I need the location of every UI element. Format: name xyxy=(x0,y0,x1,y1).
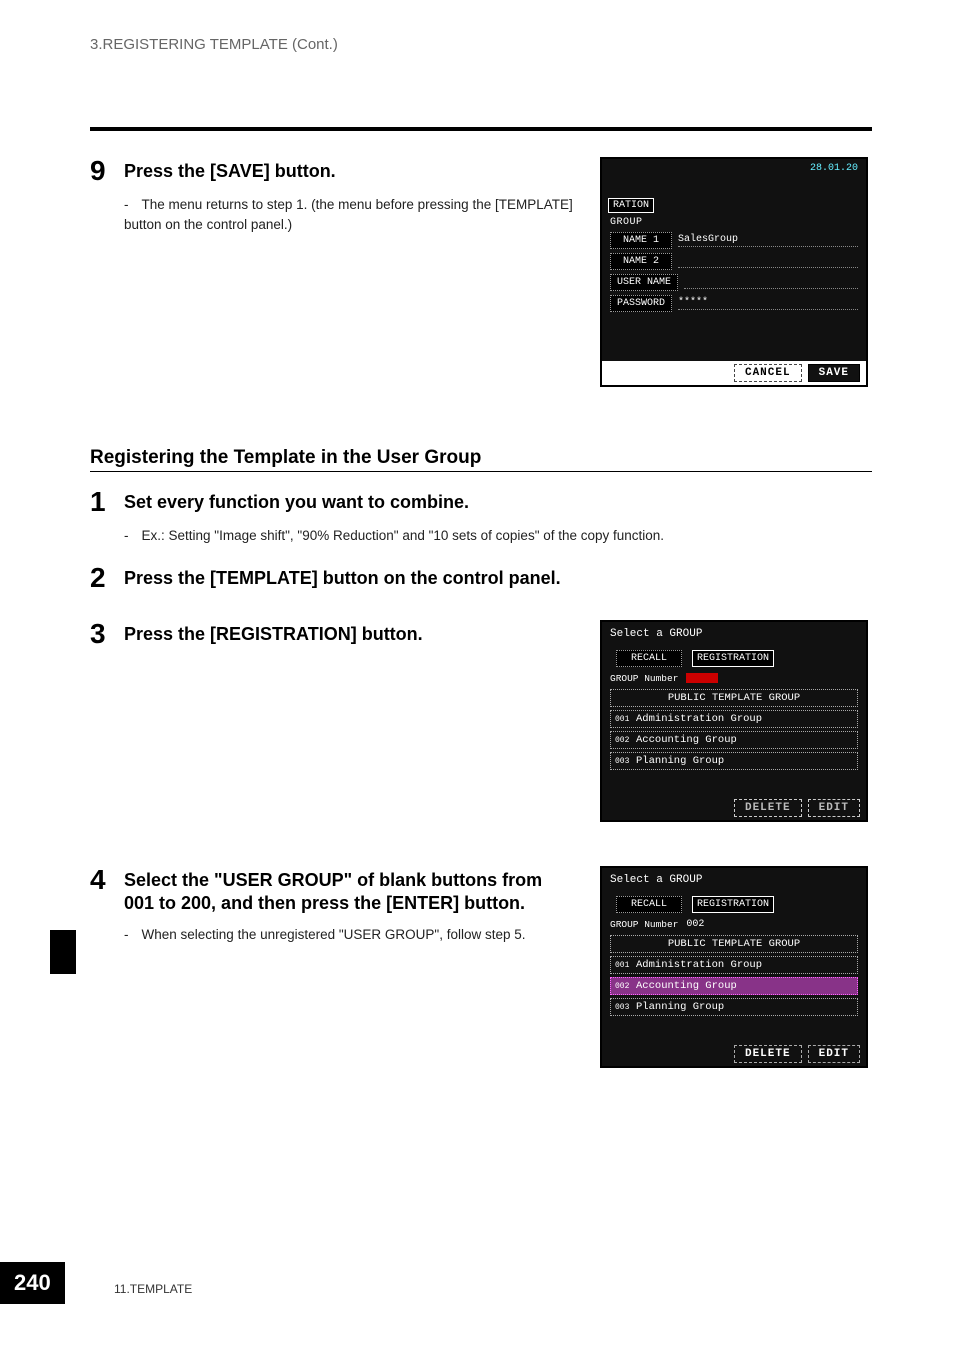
screen-date: 28.01.20 xyxy=(810,163,858,174)
side-tab xyxy=(50,930,76,974)
name2-value xyxy=(678,255,858,268)
section-title: Registering the Template in the User Gro… xyxy=(90,447,872,469)
list-row-003[interactable]: 003Planning Group xyxy=(610,752,858,770)
list-row-003-2[interactable]: 003Planning Group xyxy=(610,998,858,1016)
screen-group-select-1: Select a GROUP RECALL REGISTRATION GROUP… xyxy=(600,620,868,822)
list-row-public[interactable]: PUBLIC TEMPLATE GROUP xyxy=(610,689,858,707)
edit-button[interactable]: EDIT xyxy=(808,1045,860,1063)
divider-thin xyxy=(90,471,872,472)
name1-button[interactable]: NAME 1 xyxy=(610,232,672,249)
screen3-heading: Select a GROUP xyxy=(602,868,866,890)
step1-body: - Ex.: Setting "Image shift", "90% Reduc… xyxy=(124,526,872,546)
step1-number: 1 xyxy=(90,488,112,516)
page-number: 240 xyxy=(0,1262,65,1304)
registration-tab-3[interactable]: REGISTRATION xyxy=(692,896,774,913)
step4-body: - When selecting the unregistered "USER … xyxy=(124,925,576,945)
step9-title: Press the [SAVE] button. xyxy=(124,160,336,183)
save-button[interactable]: SAVE xyxy=(808,364,860,382)
name2-button[interactable]: NAME 2 xyxy=(610,253,672,270)
list-row-001-2[interactable]: 001Administration Group xyxy=(610,956,858,974)
delete-button[interactable]: DELETE xyxy=(734,1045,802,1063)
step9-body: - The menu returns to step 1. (the menu … xyxy=(124,195,576,234)
running-header: 3.REGISTERING TEMPLATE (Cont.) xyxy=(90,36,872,53)
recall-tab[interactable]: RECALL xyxy=(616,650,682,667)
username-button[interactable]: USER NAME xyxy=(610,274,678,291)
edit-button-disabled: EDIT xyxy=(808,799,860,817)
step4-number: 4 xyxy=(90,866,112,894)
password-value: ***** xyxy=(678,297,858,310)
screen2-heading: Select a GROUP xyxy=(602,622,866,644)
step4-title: Select the "USER GROUP" of blank buttons… xyxy=(124,869,576,916)
step3-title: Press the [REGISTRATION] button. xyxy=(124,623,423,646)
screen-save-dialog: 28.01.20 RATION GROUP NAME 1 SalesGroup … xyxy=(600,157,868,387)
recall-tab-2[interactable]: RECALL xyxy=(616,896,682,913)
screen-group-select-2: Select a GROUP RECALL REGISTRATION GROUP… xyxy=(600,866,868,1068)
list-row-public-2[interactable]: PUBLIC TEMPLATE GROUP xyxy=(610,935,858,953)
footer-chapter: 11.TEMPLATE xyxy=(114,1282,192,1296)
password-button[interactable]: PASSWORD xyxy=(610,295,672,312)
delete-button-disabled: DELETE xyxy=(734,799,802,817)
groupnum-label: GROUP Number xyxy=(610,673,678,684)
step2-number: 2 xyxy=(90,564,112,592)
list-row-002-selected[interactable]: 002Accounting Group xyxy=(610,977,858,995)
registration-tab-2[interactable]: REGISTRATION xyxy=(692,650,774,667)
step3-number: 3 xyxy=(90,620,112,648)
group-label: GROUP xyxy=(602,217,866,230)
divider-thick xyxy=(90,127,872,131)
groupnum-label-2: GROUP Number xyxy=(610,919,678,930)
groupnum-field[interactable] xyxy=(686,673,718,683)
step1-title: Set every function you want to combine. xyxy=(124,491,469,514)
registration-tab[interactable]: RATION xyxy=(608,198,654,213)
list-row-001[interactable]: 001Administration Group xyxy=(610,710,858,728)
username-value xyxy=(684,276,858,289)
step2-title: Press the [TEMPLATE] button on the contr… xyxy=(124,567,561,590)
cancel-button[interactable]: CANCEL xyxy=(734,364,802,382)
list-row-002[interactable]: 002Accounting Group xyxy=(610,731,858,749)
name1-value: SalesGroup xyxy=(678,234,858,247)
step9-number: 9 xyxy=(90,157,112,185)
groupnum-value[interactable]: 002 xyxy=(686,919,704,930)
